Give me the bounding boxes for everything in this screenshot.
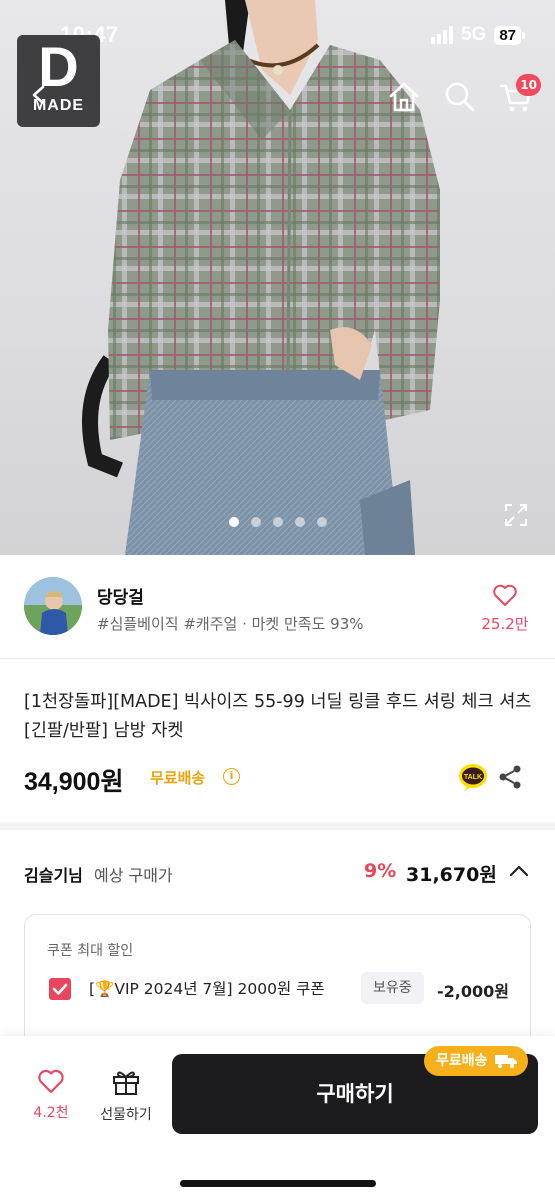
coupon-amount: -2,000원: [437, 982, 509, 1001]
heart-icon: [38, 1069, 64, 1094]
back-arrow-icon[interactable]: [28, 84, 50, 106]
battery-level: 87: [494, 25, 521, 45]
product-title: [1천장돌파][MADE] 빅사이즈 55-99 너딜 링클 후드 셔링 체크 …: [24, 692, 532, 741]
product-info: [1천장돌파][MADE] 빅사이즈 55-99 너딜 링클 후드 셔링 체크 …: [0, 660, 555, 830]
truck-icon: [494, 1055, 517, 1069]
gallery-dot[interactable]: [250, 517, 261, 527]
seller-name[interactable]: 당당걸: [97, 583, 144, 608]
cart-count-badge: 10: [516, 74, 541, 96]
coupon-checkbox[interactable]: [49, 978, 71, 1000]
talk-icon-label: TALK: [464, 774, 482, 781]
chevron-up-icon[interactable]: [509, 864, 529, 878]
talk-icon[interactable]: TALK: [458, 762, 488, 792]
gift-button[interactable]: 선물하기: [92, 1068, 160, 1124]
cart-button[interactable]: 10: [499, 74, 541, 114]
coupon-name: [🏆VIP 2024년 7월] 2000원 쿠폰: [89, 980, 325, 998]
free-shipping-badge-label: 무료배송: [436, 1053, 488, 1069]
status-indicators: 5G 87: [430, 24, 525, 46]
battery-icon: 87: [494, 25, 525, 45]
gallery-dot[interactable]: [228, 517, 239, 527]
header-actions: 10: [387, 74, 541, 114]
seller-section[interactable]: 당당걸 #심플베이직 #캐주얼 · 마켓 만족도 93% 25.2만: [0, 555, 555, 659]
search-icon[interactable]: [443, 80, 477, 114]
product-image-gallery[interactable]: 10:47 5G 87 D MADE: [0, 0, 555, 555]
free-shipping-badge: 무료배송: [424, 1046, 528, 1076]
free-shipping-label: 무료배송: [150, 769, 206, 787]
brand-logo[interactable]: D MADE: [17, 35, 100, 127]
seller-like-count: 25.2만: [481, 615, 529, 633]
like-button[interactable]: 4.2천: [22, 1068, 80, 1122]
coupon-owned-badge: 보유중: [361, 972, 424, 1004]
heart-icon: [493, 584, 517, 606]
share-icon[interactable]: [497, 764, 523, 790]
gift-label: 선물하기: [100, 1107, 152, 1123]
seller-tags: #심플베이직 #캐주얼 · 마켓 만족도 93%: [97, 615, 364, 633]
like-count: 4.2천: [33, 1105, 69, 1121]
seller-like-button[interactable]: 25.2만: [477, 583, 533, 634]
gallery-dot[interactable]: [316, 517, 327, 527]
user-name: 김슬기님: [24, 866, 83, 885]
signal-icon: [430, 26, 453, 44]
home-indicator: [180, 1180, 376, 1187]
gallery-pagination: [0, 517, 555, 527]
home-icon[interactable]: [387, 80, 421, 114]
product-price: 34,900원: [24, 768, 124, 796]
info-icon[interactable]: i: [223, 768, 240, 785]
seller-avatar[interactable]: [24, 577, 82, 635]
expected-price: 31,670원: [406, 864, 497, 886]
bottom-action-bar: 4.2천 선물하기 구매하기 무료배송: [0, 1036, 555, 1200]
network-type: 5G: [460, 24, 487, 45]
expected-price-label: 예상 구매가: [94, 866, 173, 885]
gallery-dot[interactable]: [272, 517, 283, 527]
coupon-heading: 쿠폰 최대 할인: [47, 943, 134, 959]
check-icon: [52, 983, 68, 995]
discount-percent: 9%: [364, 860, 397, 882]
gallery-dot[interactable]: [294, 517, 305, 527]
gift-icon: [113, 1071, 139, 1095]
expand-icon[interactable]: [503, 502, 529, 528]
expected-price-row[interactable]: 김슬기님 예상 구매가 9% 31,670원: [0, 838, 555, 908]
